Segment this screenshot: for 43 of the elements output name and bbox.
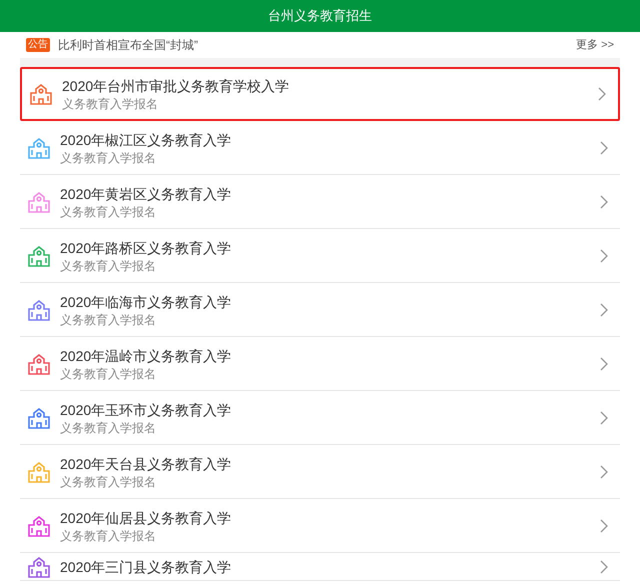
item-title: 2020年临海市义务教育入学 <box>60 292 232 312</box>
item-subtitle: 义务教育入学报名 <box>60 258 157 274</box>
item-title: 2020年路桥区义务教育入学 <box>60 238 232 258</box>
list-item[interactable]: 2020年路桥区义务教育入学 义务教育入学报名 <box>20 229 620 283</box>
chevron-right-icon <box>600 356 608 370</box>
more-link[interactable]: 更多 >> <box>576 36 614 54</box>
list-item[interactable]: 2020年玉环市义务教育入学 义务教育入学报名 <box>20 391 620 445</box>
list-item[interactable]: 2020年仙居县义务教育入学 义务教育入学报名 <box>20 499 620 553</box>
list-item[interactable]: 2020年黄岩区义务教育入学 义务教育入学报名 <box>20 175 620 229</box>
item-title: 2020年玉环市义务教育入学 <box>60 400 232 420</box>
chevron-right-icon <box>600 518 608 532</box>
list-item[interactable]: 2020年临海市义务教育入学 义务教育入学报名 <box>20 283 620 337</box>
chevron-right-icon <box>600 302 608 316</box>
item-title: 2020年台州市审批义务教育学校入学 <box>62 77 290 96</box>
item-subtitle: 义务教育入学报名 <box>60 474 157 490</box>
notice-link[interactable]: 比利时首相宣布全国“封城” <box>58 36 568 54</box>
chevron-right-icon <box>598 87 606 101</box>
chevron-right-icon <box>600 410 608 424</box>
item-subtitle: 义务教育入学报名 <box>60 528 157 544</box>
item-title: 2020年天台县义务教育入学 <box>60 454 232 474</box>
chevron-right-icon <box>600 248 608 262</box>
chevron-right-icon <box>600 140 608 154</box>
item-title: 2020年温岭市义务教育入学 <box>60 346 232 366</box>
item-subtitle: 义务教育入学报名 <box>60 204 157 220</box>
item-title: 2020年黄岩区义务教育入学 <box>60 184 232 204</box>
item-subtitle: 义务教育入学报名 <box>62 96 159 112</box>
list-item[interactable]: 2020年天台县义务教育入学 义务教育入学报名 <box>20 445 620 499</box>
list-item[interactable]: 2020年温岭市义务教育入学 义务教育入学报名 <box>20 337 620 391</box>
chevron-right-icon <box>600 464 608 478</box>
item-subtitle: 义务教育入学报名 <box>60 366 157 382</box>
chevron-right-icon <box>600 194 608 208</box>
chevron-right-icon <box>600 560 608 574</box>
list-item[interactable]: 2020年椒江区义务教育入学 义务教育入学报名 <box>20 121 620 175</box>
list-item[interactable]: 2020年三门县义务教育入学 <box>20 553 620 581</box>
item-title: 2020年椒江区义务教育入学 <box>60 130 232 150</box>
notice-badge: 公告 <box>26 38 50 52</box>
list-item[interactable]: 2020年台州市审批义务教育学校入学 义务教育入学报名 <box>20 67 620 121</box>
item-subtitle: 义务教育入学报名 <box>60 420 157 436</box>
item-subtitle: 义务教育入学报名 <box>60 312 157 328</box>
item-title: 2020年仙居县义务教育入学 <box>60 508 232 528</box>
page-title: 台州义务教育招生 <box>268 7 372 26</box>
item-subtitle: 义务教育入学报名 <box>60 150 157 166</box>
item-title: 2020年三门县义务教育入学 <box>60 558 232 576</box>
